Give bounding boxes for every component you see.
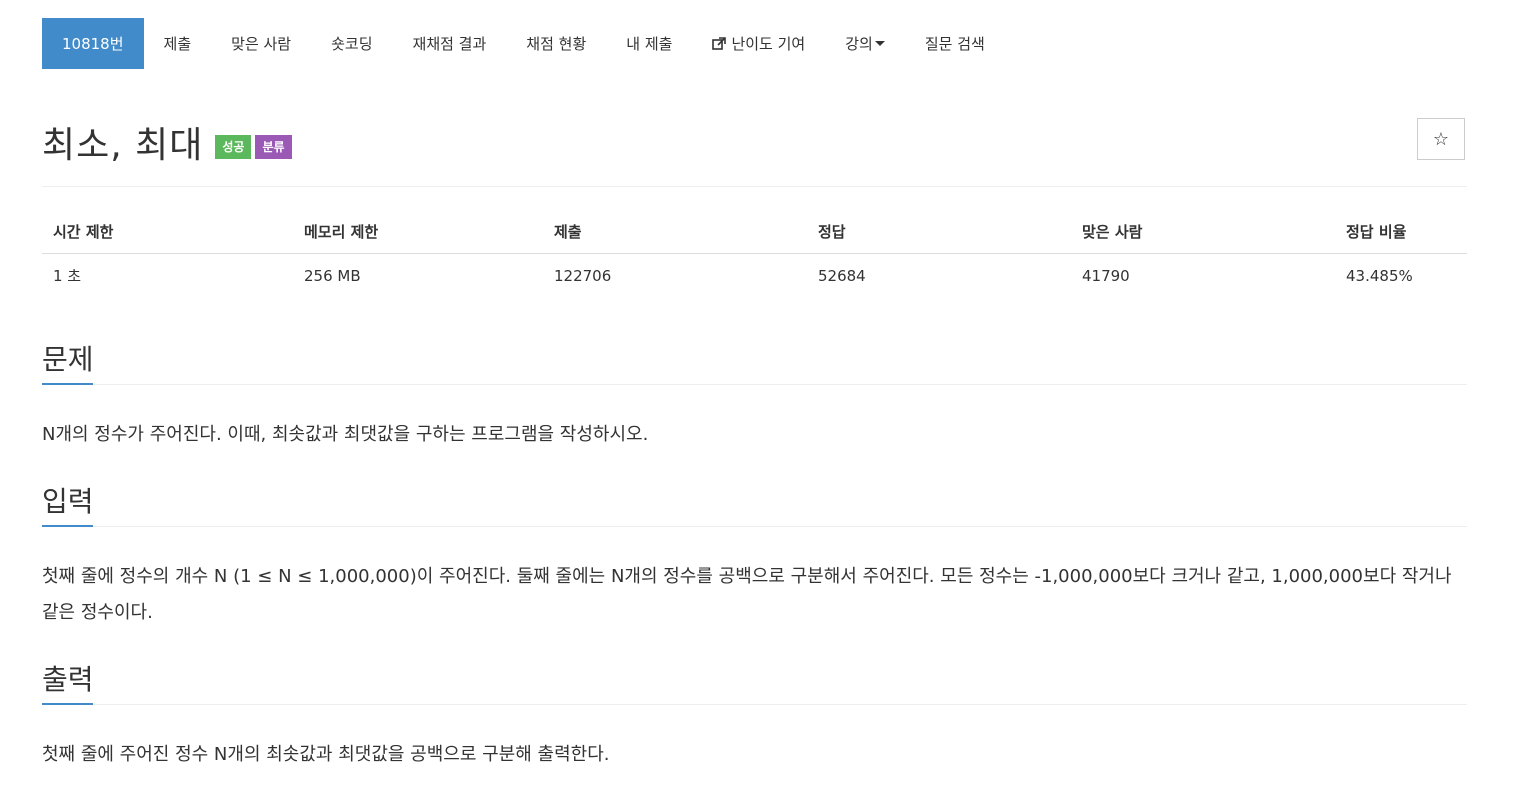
value-memory-limit: 256 MB xyxy=(304,266,361,285)
tab-difficulty-contribution[interactable]: 난이도 기여 xyxy=(692,18,825,69)
problem-title: 최소, 최대 xyxy=(42,125,204,166)
section-underline xyxy=(42,703,93,705)
tab-label: 재채점 결과 xyxy=(412,35,487,53)
header-accepted-users: 맞은 사람 xyxy=(1071,213,1335,254)
tab-my-submissions[interactable]: 내 제출 xyxy=(606,18,692,69)
value-accept-ratio: 43.485% xyxy=(1346,266,1413,285)
tab-label: 채점 현황 xyxy=(526,35,587,53)
tab-label: 난이도 기여 xyxy=(731,35,806,53)
table-row: 1 초 256 MB 122706 52684 41790 43.485% xyxy=(42,254,1467,298)
table-header-row: 시간 제한 메모리 제한 제출 정답 맞은 사람 정답 비율 xyxy=(42,213,1467,254)
tab-label: 제출 xyxy=(163,35,192,53)
tab-accepted-users[interactable]: 맞은 사람 xyxy=(211,18,311,69)
value-accepted-users: 41790 xyxy=(1082,266,1130,285)
tab-judge-status[interactable]: 채점 현황 xyxy=(506,18,606,69)
tab-label: 질문 검색 xyxy=(924,35,985,53)
tab-submit[interactable]: 제출 xyxy=(144,18,212,69)
star-icon: ☆ xyxy=(1432,128,1450,150)
title-divider xyxy=(42,186,1467,187)
tab-question-search[interactable]: 질문 검색 xyxy=(905,18,1005,69)
section-title: 문제 xyxy=(42,343,94,376)
section-output: 출력 첫째 줄에 주어진 정수 N개의 최솟값과 최댓값을 공백으로 구분해 출… xyxy=(42,658,1467,773)
section-body: 첫째 줄에 정수의 개수 N (1 ≤ N ≤ 1,000,000)이 주어진다… xyxy=(42,566,1452,623)
problem-info-table: 시간 제한 메모리 제한 제출 정답 맞은 사람 정답 비율 1 초 256 M… xyxy=(42,213,1467,297)
section-input: 입력 첫째 줄에 정수의 개수 N (1 ≤ N ≤ 1,000,000)이 주… xyxy=(42,480,1467,631)
section-header: 문제 xyxy=(42,338,1467,385)
section-header: 입력 xyxy=(42,480,1467,527)
tab-label: 맞은 사람 xyxy=(231,35,292,53)
section-underline xyxy=(42,383,93,385)
section-body: 첫째 줄에 주어진 정수 N개의 최솟값과 최댓값을 공백으로 구분해 출력한다… xyxy=(42,744,610,765)
favorite-star-button[interactable]: ☆ xyxy=(1417,118,1465,160)
external-link-icon xyxy=(712,36,727,51)
tab-problem-number[interactable]: 10818번 xyxy=(42,18,144,69)
status-badge: 성공 xyxy=(215,135,252,159)
section-underline xyxy=(42,525,93,527)
section-description: 문제 N개의 정수가 주어진다. 이때, 최솟값과 최댓값을 구하는 프로그램을… xyxy=(42,338,1467,453)
section-title: 입력 xyxy=(42,485,94,518)
header-submissions: 제출 xyxy=(543,213,807,254)
tab-short-coding[interactable]: 숏코딩 xyxy=(311,18,392,69)
tab-lectures-dropdown[interactable]: 강의 xyxy=(825,18,905,69)
value-time-limit: 1 초 xyxy=(53,267,82,285)
problem-page: 10818번 제출 맞은 사람 숏코딩 재채점 결과 채점 현황 내 제출 난이… xyxy=(0,0,1537,792)
tab-label: 숏코딩 xyxy=(331,35,373,53)
section-title: 출력 xyxy=(42,663,94,696)
tab-label: 10818번 xyxy=(62,35,124,53)
header-accepted: 정답 xyxy=(807,213,1071,254)
problem-title-row: 최소, 최대 성공 분류 xyxy=(42,116,292,168)
caret-down-icon xyxy=(874,41,885,46)
problem-menu-tabs: 10818번 제출 맞은 사람 숏코딩 재채점 결과 채점 현황 내 제출 난이… xyxy=(42,18,1005,69)
value-accepted: 52684 xyxy=(818,266,866,285)
header-memory-limit: 메모리 제한 xyxy=(293,213,543,254)
header-accept-ratio: 정답 비율 xyxy=(1335,213,1467,254)
section-header: 출력 xyxy=(42,658,1467,705)
section-body: N개의 정수가 주어진다. 이때, 최솟값과 최댓값을 구하는 프로그램을 작성… xyxy=(42,424,649,445)
tab-rejudge-results[interactable]: 재채점 결과 xyxy=(393,18,507,69)
value-submissions: 122706 xyxy=(554,266,612,285)
category-badge[interactable]: 분류 xyxy=(255,135,292,159)
tab-label: 강의 xyxy=(845,35,873,53)
header-time-limit: 시간 제한 xyxy=(42,213,293,254)
tab-label: 내 제출 xyxy=(626,35,673,53)
